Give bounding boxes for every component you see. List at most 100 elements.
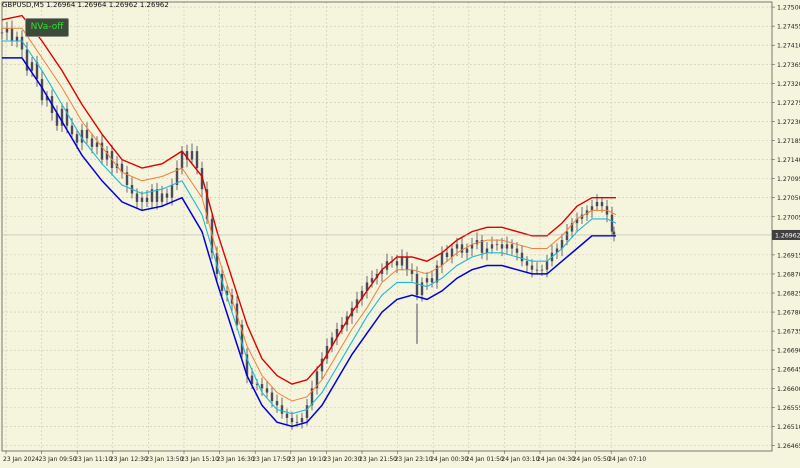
- price-tick-label: 1.27185: [777, 138, 800, 145]
- candle-body: [400, 256, 404, 266]
- candle-body: [260, 384, 264, 389]
- price-tick-label: 1.26600: [777, 386, 800, 393]
- price-tick-label: 1.27095: [777, 176, 800, 183]
- time-tick-label: 23 Jan 19:10: [288, 456, 326, 463]
- candle-body: [295, 422, 299, 423]
- price-tick-label: 1.26690: [777, 348, 800, 355]
- candle-body: [515, 248, 519, 253]
- candle-body: [405, 256, 409, 270]
- candle-body: [425, 278, 429, 283]
- time-tick-label: 24 Jan 05:50: [573, 456, 611, 463]
- time-tick-label: 23 Jan 2024: [3, 456, 39, 463]
- candle-body: [170, 184, 174, 198]
- price-tick-label: 1.26555: [777, 405, 800, 412]
- price-tick-label: 1.26465: [777, 443, 800, 450]
- time-tick-label: 23 Jan 11:10: [74, 456, 112, 463]
- candle-body: [525, 261, 529, 266]
- candle-body: [305, 405, 309, 418]
- time-tick-label: 23 Jan 17:50: [252, 456, 290, 463]
- candle-body: [275, 401, 279, 406]
- price-tick-label: 1.27320: [777, 81, 800, 88]
- time-tick-label: 24 Jan 07:10: [608, 456, 646, 463]
- price-tick-label: 1.27410: [777, 43, 800, 50]
- candle-body: [290, 417, 294, 423]
- candle-body: [595, 201, 599, 207]
- candle-body: [510, 244, 514, 249]
- candle-body: [600, 201, 604, 207]
- candle-body: [90, 138, 94, 147]
- candle-body: [610, 214, 614, 232]
- candle-body: [160, 193, 164, 202]
- candle-body: [180, 151, 184, 169]
- candle-body: [285, 413, 289, 418]
- candle-body: [530, 265, 534, 270]
- candle-body: [300, 417, 304, 423]
- candle-body: [5, 28, 9, 33]
- price-tick-label: 1.26915: [777, 252, 800, 259]
- candle-body: [280, 405, 284, 414]
- candle-body: [445, 252, 449, 257]
- time-tick-label: 23 Jan 16:30: [217, 456, 255, 463]
- candle-body: [145, 197, 149, 202]
- chart-background: [0, 0, 800, 464]
- candle-body: [75, 134, 79, 143]
- candle-body: [545, 261, 549, 270]
- candle-body: [420, 282, 424, 296]
- price-tick-label: 1.27365: [777, 62, 800, 69]
- candle-body: [520, 252, 524, 262]
- candle-body: [500, 244, 504, 249]
- price-tick-label: 1.26510: [777, 424, 800, 431]
- price-tick-label: 1.27005: [777, 214, 800, 221]
- time-tick-label: 23 Jan 15:10: [181, 456, 219, 463]
- candle-body: [95, 142, 99, 147]
- candle-body: [440, 252, 444, 266]
- candle-body: [30, 62, 34, 71]
- price-tick-label: 1.26780: [777, 310, 800, 317]
- candle-body: [0, 32, 4, 34]
- price-tick-label: 1.26645: [777, 367, 800, 374]
- candle-body: [460, 244, 464, 253]
- candle-body: [70, 125, 74, 135]
- candle-body: [540, 269, 544, 271]
- candle-body: [190, 151, 194, 160]
- symbol-header: GBPUSD,M5 1.26964 1.26964 1.26962 1.2696…: [2, 1, 169, 9]
- price-chart[interactable]: 1.27500 1.27455 1.27410 1.27365 1.27320 1.272…: [0, 0, 800, 464]
- candle-body: [15, 36, 19, 41]
- candle-body: [265, 388, 269, 393]
- price-tick-label: 1.27140: [777, 157, 800, 164]
- candle-body: [195, 151, 199, 169]
- time-tick-label: 24 Jan 03:10: [501, 456, 539, 463]
- candle-body: [10, 28, 14, 41]
- price-tick-label: 1.26825: [777, 291, 800, 298]
- candle-body: [85, 129, 89, 139]
- current-price-label: 1.26962: [775, 232, 800, 239]
- price-tick-label: 1.26735: [777, 329, 800, 336]
- time-tick-label: 23 Jan 23:10: [395, 456, 433, 463]
- time-tick-label: 24 Jan 01:50: [466, 456, 504, 463]
- time-tick-label: 23 Jan 13:50: [145, 456, 183, 463]
- candle-body: [430, 278, 434, 283]
- time-tick-label: 23 Jan 12:30: [110, 456, 148, 463]
- candle-body: [140, 197, 144, 202]
- price-tick-label: 1.27050: [777, 195, 800, 202]
- candle-body: [455, 244, 459, 249]
- price-tick-label: 1.27275: [777, 100, 800, 107]
- candle-body: [535, 269, 539, 271]
- candle-body: [270, 392, 274, 402]
- time-tick-label: 23 Jan 21:50: [359, 456, 397, 463]
- time-tick-label: 24 Jan 04:30: [537, 456, 575, 463]
- price-tick-label: 1.26870: [777, 271, 800, 278]
- candle-body: [590, 206, 594, 211]
- time-tick-label: 24 Jan 00:30: [430, 456, 468, 463]
- candle-body: [135, 193, 139, 202]
- chart-window: 1.27500 1.27455 1.27410 1.27365 1.27320 1.272…: [0, 0, 800, 464]
- candle-body: [565, 231, 569, 241]
- candle-body: [505, 244, 509, 249]
- time-tick-label: 23 Jan 09:50: [39, 456, 77, 463]
- price-tick-label: 1.27500: [777, 5, 800, 12]
- candle-body: [490, 244, 494, 249]
- candle-body: [465, 248, 469, 253]
- price-tick-label: 1.27455: [777, 24, 800, 31]
- nva-toggle-button[interactable]: NVa-off: [25, 18, 69, 37]
- price-tick-label: 1.27230: [777, 119, 800, 126]
